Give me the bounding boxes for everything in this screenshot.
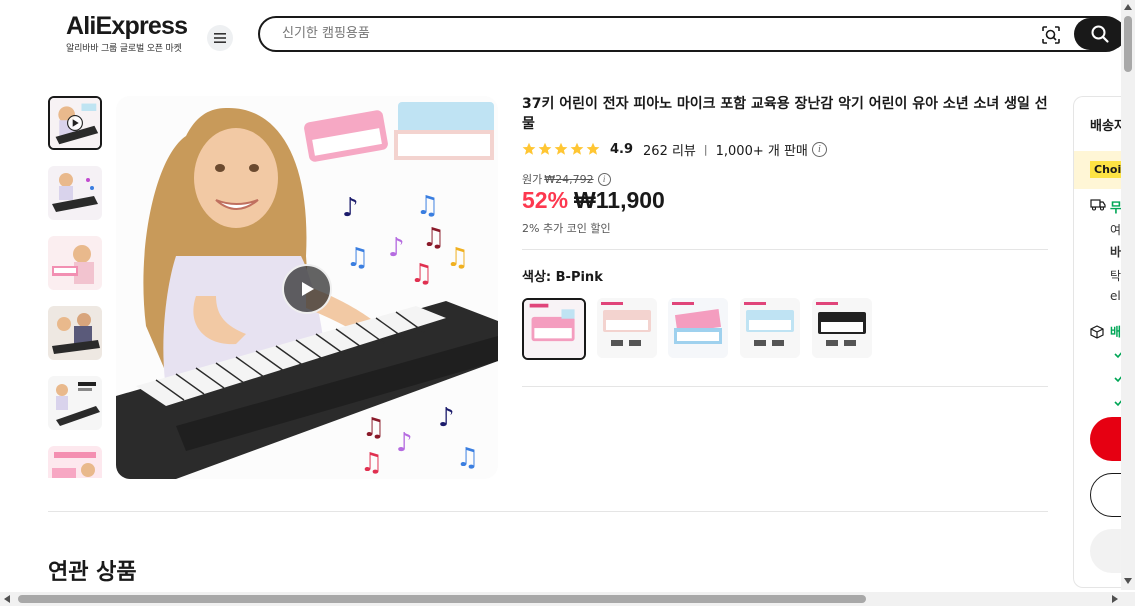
camera-search-icon	[1042, 26, 1060, 44]
vertical-scrollbar[interactable]	[1121, 0, 1135, 590]
logo-text: AliExpress	[66, 12, 188, 40]
thumbnail-6[interactable]	[48, 446, 102, 478]
star-icon	[554, 142, 568, 155]
swatch-image	[597, 298, 657, 358]
discount-percent: 52%	[522, 187, 569, 213]
thumbnail-image	[48, 446, 102, 478]
swatch-blue-mic[interactable]	[668, 298, 728, 358]
rating-row: 4.9 262 리뷰 | 1,000+ 개 판매 i	[522, 140, 827, 159]
color-label: 색상: B-Pink	[522, 270, 603, 285]
search-button[interactable]	[1074, 18, 1126, 50]
coin-discount-text: 2% 추가 코인 할인	[522, 222, 611, 235]
swatch-image	[812, 298, 872, 358]
svg-text:♪: ♪	[388, 233, 405, 263]
image-search-button[interactable]	[1040, 24, 1062, 46]
delivery-line: 탁	[1110, 269, 1122, 283]
star-icon	[538, 142, 552, 155]
vertical-scrollbar-thumb[interactable]	[1124, 16, 1132, 72]
thumbnail-2[interactable]	[48, 166, 102, 220]
swatch-image	[740, 298, 800, 358]
choice-badge: Choi	[1090, 161, 1126, 178]
swatch-b-pink[interactable]	[522, 298, 586, 360]
thumbnail-5[interactable]	[48, 376, 102, 430]
star-rating	[522, 142, 600, 156]
delivery-guarantee-text: 배	[1110, 325, 1122, 339]
main-product-image[interactable]: ♪ ♫ ♪ ♫ ♫ ♫ ♫ ♫ ♪ ♪ ♫ ♫	[116, 96, 498, 479]
info-icon[interactable]: i	[597, 172, 611, 186]
thumbnail-image	[50, 98, 100, 148]
swatch-black[interactable]	[812, 298, 872, 358]
product-title: 37키 어린이 전자 피아노 마이크 포함 교육용 장난감 악기 어린이 유아 …	[522, 96, 1048, 132]
horizontal-scrollbar[interactable]	[0, 592, 1135, 606]
sold-count: 1,000+ 개 판매	[715, 143, 808, 159]
svg-text:♪: ♪	[342, 193, 359, 223]
price-row: 52% ₩11,900	[522, 187, 665, 214]
search-input[interactable]	[282, 18, 982, 50]
svg-text:♫: ♫	[416, 191, 439, 221]
related-products-title: 연관 상품	[48, 560, 137, 585]
original-price-label: 원가	[522, 173, 543, 186]
swatch-blue[interactable]	[740, 298, 800, 358]
scroll-right-arrow-icon[interactable]	[1112, 595, 1118, 603]
star-icon	[586, 142, 600, 155]
svg-text:♫: ♫	[360, 448, 383, 478]
logo-subtitle: 알리바바 그룹 글로벌 오픈 마켓	[66, 44, 182, 54]
delivery-line: 바	[1110, 245, 1122, 259]
thumbnail-4[interactable]	[48, 306, 102, 360]
svg-text:♫: ♫	[362, 413, 385, 443]
svg-text:♫: ♫	[346, 243, 369, 273]
swatch-pink[interactable]	[597, 298, 657, 358]
rating-separator: |	[703, 142, 708, 156]
search-bar	[258, 16, 1126, 52]
product-page: AliExpress 알리바바 그룹 글로벌 오픈 마켓 신기한 캠핑용품 ♪ …	[0, 0, 1135, 606]
svg-text:♪: ♪	[396, 428, 413, 458]
thumbnail-list	[48, 96, 102, 478]
thumbnail-image	[48, 306, 102, 360]
search-icon	[1091, 25, 1109, 43]
rating-value: 4.9	[610, 141, 634, 157]
original-price-row: 원가 ₩24,792 i	[522, 171, 611, 187]
current-price: ₩11,900	[574, 187, 665, 213]
svg-text:♫: ♫	[456, 443, 479, 473]
scroll-left-arrow-icon[interactable]	[4, 595, 10, 603]
scroll-up-arrow-icon[interactable]	[1124, 4, 1132, 10]
original-price: ₩24,792	[544, 172, 594, 186]
svg-text:♪: ♪	[438, 403, 455, 433]
thumbnail-image	[48, 166, 102, 220]
star-icon	[522, 142, 536, 155]
delivery-line: el	[1110, 289, 1121, 303]
divider	[48, 511, 1048, 512]
thumbnail-video[interactable]	[48, 96, 102, 150]
review-count-link[interactable]: 262 리뷰	[643, 140, 696, 159]
video-play-button[interactable]	[282, 264, 332, 314]
thumbnail-3[interactable]	[48, 236, 102, 290]
truck-icon	[1090, 199, 1106, 211]
swatch-image	[668, 298, 728, 358]
thumbnail-image	[48, 376, 102, 430]
divider	[522, 249, 1048, 250]
swatch-image	[524, 300, 584, 358]
svg-text:♫: ♫	[422, 223, 445, 253]
hamburger-icon	[214, 33, 226, 43]
horizontal-scrollbar-thumb[interactable]	[18, 595, 866, 603]
play-icon	[302, 282, 314, 296]
divider	[522, 386, 1048, 387]
aliexpress-logo[interactable]: AliExpress 알리바바 그룹 글로벌 오픈 마켓	[66, 12, 188, 54]
svg-text:♫: ♫	[446, 243, 469, 273]
star-icon	[570, 142, 584, 155]
menu-button[interactable]	[207, 25, 233, 51]
svg-text:♫: ♫	[410, 259, 433, 289]
info-icon[interactable]: i	[811, 141, 827, 157]
thumbnail-image	[48, 236, 102, 290]
box-icon	[1090, 325, 1104, 339]
delivery-line: 여	[1110, 223, 1122, 237]
scroll-down-arrow-icon[interactable]	[1124, 578, 1132, 584]
